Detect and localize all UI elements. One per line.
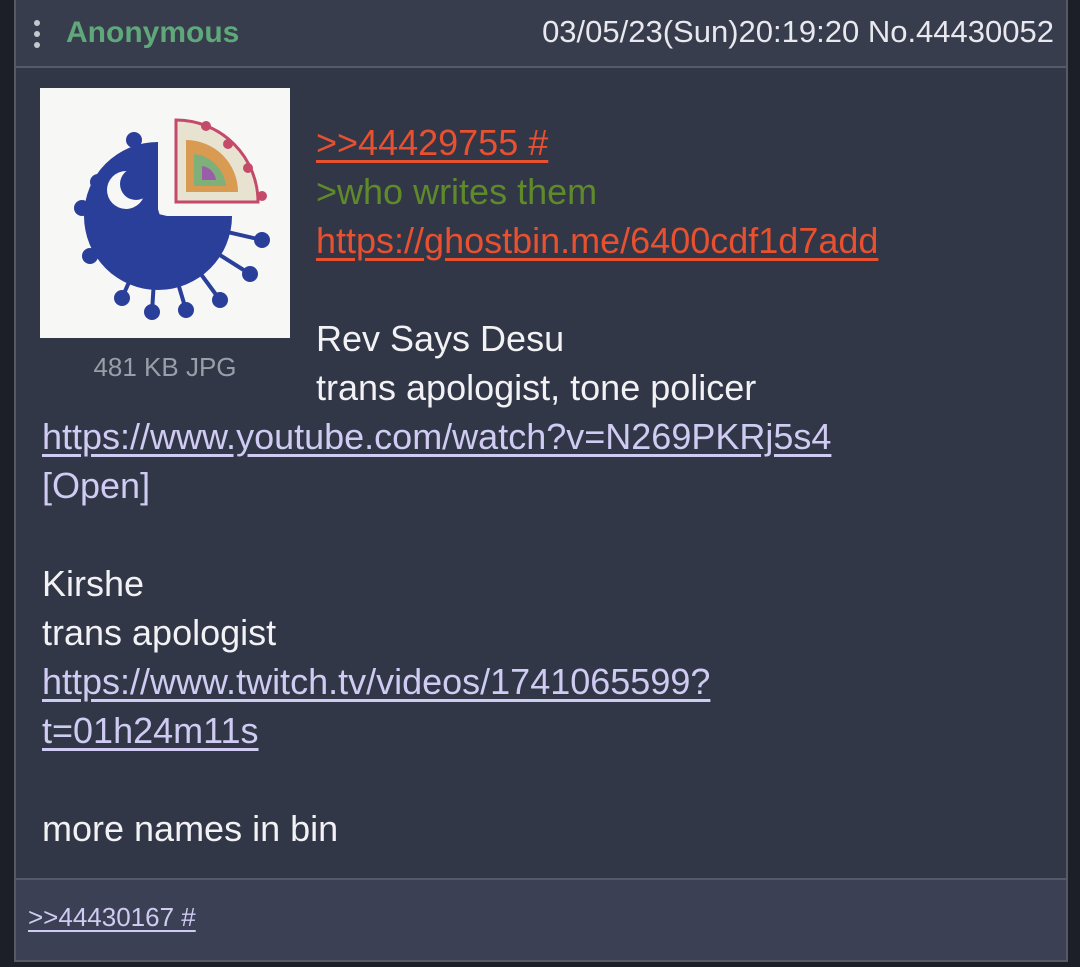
- poster-name: Anonymous: [66, 16, 240, 49]
- post-body: >>44429755 # >who writes them https://gh…: [42, 118, 1052, 853]
- entry-desc-rev: trans apologist, tone policer: [316, 367, 757, 408]
- closing-text: more names in bin: [42, 808, 339, 849]
- entry-name-kirshe: Kirshe: [42, 563, 145, 604]
- entry-desc-kirshe: trans apologist: [42, 612, 277, 653]
- post: Anonymous 03/05/23(Sun)20:19:20 No.44430…: [14, 0, 1068, 962]
- more-vertical-icon[interactable]: [34, 20, 42, 50]
- youtube-link[interactable]: https://www.youtube.com/watch?v=N269PKRj…: [42, 416, 831, 457]
- post-header: Anonymous 03/05/23(Sun)20:19:20 No.44430…: [16, 0, 1066, 68]
- replies-footer: >>44430167 #: [16, 878, 1066, 960]
- twitch-link-continued[interactable]: t=01h24m11s: [42, 710, 259, 751]
- ghostbin-link[interactable]: https://ghostbin.me/6400cdf1d7add: [316, 220, 878, 261]
- twitch-link[interactable]: https://www.twitch.tv/videos/1741065599?: [42, 661, 710, 702]
- post-datetime-number[interactable]: 03/05/23(Sun)20:19:20 No.44430052: [542, 14, 1054, 50]
- reply-backlink[interactable]: >>44430167 #: [28, 902, 196, 933]
- quote-link[interactable]: >>44429755 #: [316, 122, 548, 163]
- entry-name-rev: Rev Says Desu: [316, 318, 565, 359]
- open-embed-button[interactable]: [Open]: [42, 465, 150, 506]
- greentext-line: >who writes them: [316, 171, 598, 212]
